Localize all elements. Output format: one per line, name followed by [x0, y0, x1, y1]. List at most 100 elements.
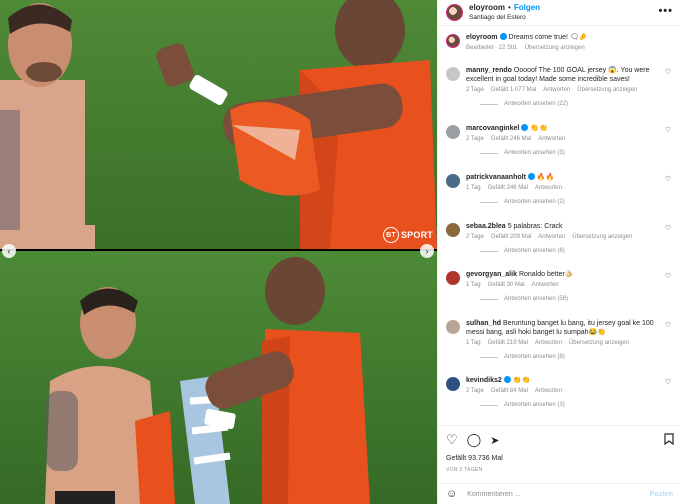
view-replies-button[interactable]: Antworten ansehen (22)	[480, 101, 666, 107]
translate-link[interactable]: Übersetzung anzeigen	[569, 340, 629, 346]
view-replies-button[interactable]: Antworten ansehen (6)	[480, 248, 666, 254]
post-comment-button[interactable]: Posten	[650, 491, 673, 498]
add-comment-bar: ☺ Posten	[438, 483, 680, 504]
comment: ♡ sebaa.2blea 5 palabras: Crack 2 Tage Ge…	[446, 222, 676, 254]
comment: ♡ gevorgyan_alik Ronaldo better🫵🏻 1 Tag G…	[446, 270, 676, 302]
comment-likes[interactable]: Gefällt 30 Mal	[488, 282, 525, 288]
avatar[interactable]	[446, 67, 460, 81]
comment-time: 2 Tage	[466, 388, 484, 394]
heart-icon[interactable]: ♡	[665, 68, 671, 76]
post-header: eloyroom • Folgen Santiago del Estero ••…	[438, 0, 680, 25]
view-replies-button[interactable]: Antworten ansehen (58)	[480, 296, 666, 302]
verified-icon	[499, 33, 507, 40]
watermark-text: SPORT	[400, 230, 433, 240]
comment-text: 👏👏	[512, 377, 531, 384]
comment-username[interactable]: marcovanginkel	[466, 125, 519, 132]
translate-link[interactable]: Übersetzung anzeigen	[525, 45, 585, 51]
comment-time: 1 Tag	[466, 340, 481, 346]
avatar[interactable]	[446, 377, 460, 391]
emoji-icon[interactable]: ☺	[446, 488, 457, 500]
post-caption: eloyroom Dreams come true! 🗨🤌 Bearbeitet…	[446, 33, 676, 51]
post-date: VOR 2 TAGEN	[446, 467, 483, 473]
comment: ♡ kevindiks2 👏👏 2 Tage Gefällt 84 Mal An…	[446, 376, 676, 408]
verified-icon	[521, 124, 529, 131]
broadcaster-watermark: BT SPORT	[382, 227, 433, 243]
comment-time: 2 Tage	[466, 234, 484, 240]
avatar[interactable]	[446, 174, 460, 188]
share-icon[interactable]: ➤	[490, 434, 499, 447]
caption-text: Dreams come true! 🗨🤌	[508, 34, 588, 41]
avatar[interactable]	[446, 125, 460, 139]
chevron-right-icon[interactable]: ›	[420, 244, 434, 258]
comment-username[interactable]: sulhan_hd	[466, 320, 501, 327]
comment-time: 1 Tag	[466, 185, 481, 191]
post-sidebar: eloyroom • Folgen Santiago del Estero ••…	[437, 0, 680, 504]
avatar[interactable]	[446, 4, 463, 21]
bookmark-icon[interactable]	[664, 432, 674, 448]
location-link[interactable]: Santiago del Estero	[469, 13, 540, 23]
comment-likes[interactable]: Gefällt 246 Mal	[488, 185, 528, 191]
likes-count[interactable]: Gefällt 93.736 Mal	[446, 455, 503, 462]
avatar[interactable]	[446, 320, 460, 334]
reply-button[interactable]: Antworten	[535, 185, 562, 191]
reply-button[interactable]: Antworten	[538, 136, 565, 142]
author-username[interactable]: eloyroom	[469, 3, 505, 13]
heart-icon[interactable]: ♡	[665, 378, 671, 386]
comment-likes[interactable]: Gefällt 1.077 Mal	[491, 87, 536, 93]
comment-username[interactable]: sebaa.2blea	[466, 223, 506, 230]
comment-time: 2 Tage	[466, 87, 484, 93]
more-options-button[interactable]: •••	[658, 5, 673, 17]
comment-text: Ronaldo better🫵🏻	[518, 271, 574, 278]
bt-logo-icon: BT	[382, 227, 399, 243]
comment-icon[interactable]: ◯	[467, 432, 482, 448]
photo-jersey-swap-top: BT SPORT	[0, 0, 437, 249]
translate-link[interactable]: Übersetzung anzeigen	[572, 234, 632, 240]
separator: •	[508, 2, 511, 12]
comment: ♡ patrickvanaanholt 🔥🔥 1 Tag Gefällt 246…	[446, 173, 676, 205]
avatar[interactable]	[446, 271, 460, 285]
heart-icon[interactable]: ♡	[665, 321, 671, 329]
comment-likes[interactable]: Gefällt 246 Mal	[491, 136, 531, 142]
reply-button[interactable]: Antworten	[543, 87, 570, 93]
reply-button[interactable]: Antworten	[535, 340, 562, 346]
comment-text: 5 palabras: Crack	[507, 223, 563, 230]
photo-jersey-swap-bottom	[0, 251, 437, 504]
heart-icon[interactable]: ♡	[665, 272, 671, 280]
comment: ♡ manny_rendo Ooooof The 100 GOAL jersey …	[446, 66, 676, 107]
comment-username[interactable]: patrickvanaanholt	[466, 174, 526, 181]
view-replies-button[interactable]: Antworten ansehen (3)	[480, 402, 666, 408]
comment-likes[interactable]: Gefällt 84 Mal	[491, 388, 528, 394]
post-media[interactable]: BT SPORT ‹ ›	[0, 0, 437, 504]
avatar[interactable]	[446, 223, 460, 237]
divider	[438, 425, 680, 426]
divider	[438, 25, 680, 26]
comment-username[interactable]: gevorgyan_alik	[466, 271, 517, 278]
comment-time: 1 Tag	[466, 282, 481, 288]
comment-username[interactable]: manny_rendo	[466, 67, 512, 74]
comment-time: 2 Tage	[466, 136, 484, 142]
comment-username[interactable]: kevindiks2	[466, 377, 502, 384]
comment-likes[interactable]: Gefällt 219 Mal	[488, 340, 528, 346]
comment-input[interactable]	[467, 490, 650, 498]
heart-icon[interactable]: ♡	[446, 432, 458, 448]
follow-button[interactable]: Folgen	[514, 3, 540, 13]
caption-time: Bearbeitet · 22 Std.	[466, 45, 518, 51]
post-action-bar: ♡ ◯ ➤	[446, 432, 674, 448]
view-replies-button[interactable]: Antworten ansehen (2)	[480, 199, 666, 205]
comment-text: 👏👏	[530, 125, 548, 132]
comment: ♡ marcovanginkel 👏👏 2 Tage Gefällt 246 M…	[446, 124, 676, 156]
caption-username[interactable]: eloyroom	[466, 34, 498, 41]
chevron-left-icon[interactable]: ‹	[2, 244, 16, 258]
avatar[interactable]	[446, 34, 460, 48]
reply-button[interactable]: Antworten	[535, 388, 562, 394]
comment-likes[interactable]: Gefällt 209 Mal	[491, 234, 531, 240]
heart-icon[interactable]: ♡	[665, 224, 671, 232]
view-replies-button[interactable]: Antworten ansehen (3)	[480, 150, 666, 156]
heart-icon[interactable]: ♡	[665, 175, 671, 183]
view-replies-button[interactable]: Antworten ansehen (8)	[480, 354, 666, 360]
reply-button[interactable]: Antworten	[538, 234, 565, 240]
verified-icon	[527, 173, 535, 180]
translate-link[interactable]: Übersetzung anzeigen	[577, 87, 637, 93]
reply-button[interactable]: Antworten	[532, 282, 559, 288]
heart-icon[interactable]: ♡	[665, 126, 671, 134]
